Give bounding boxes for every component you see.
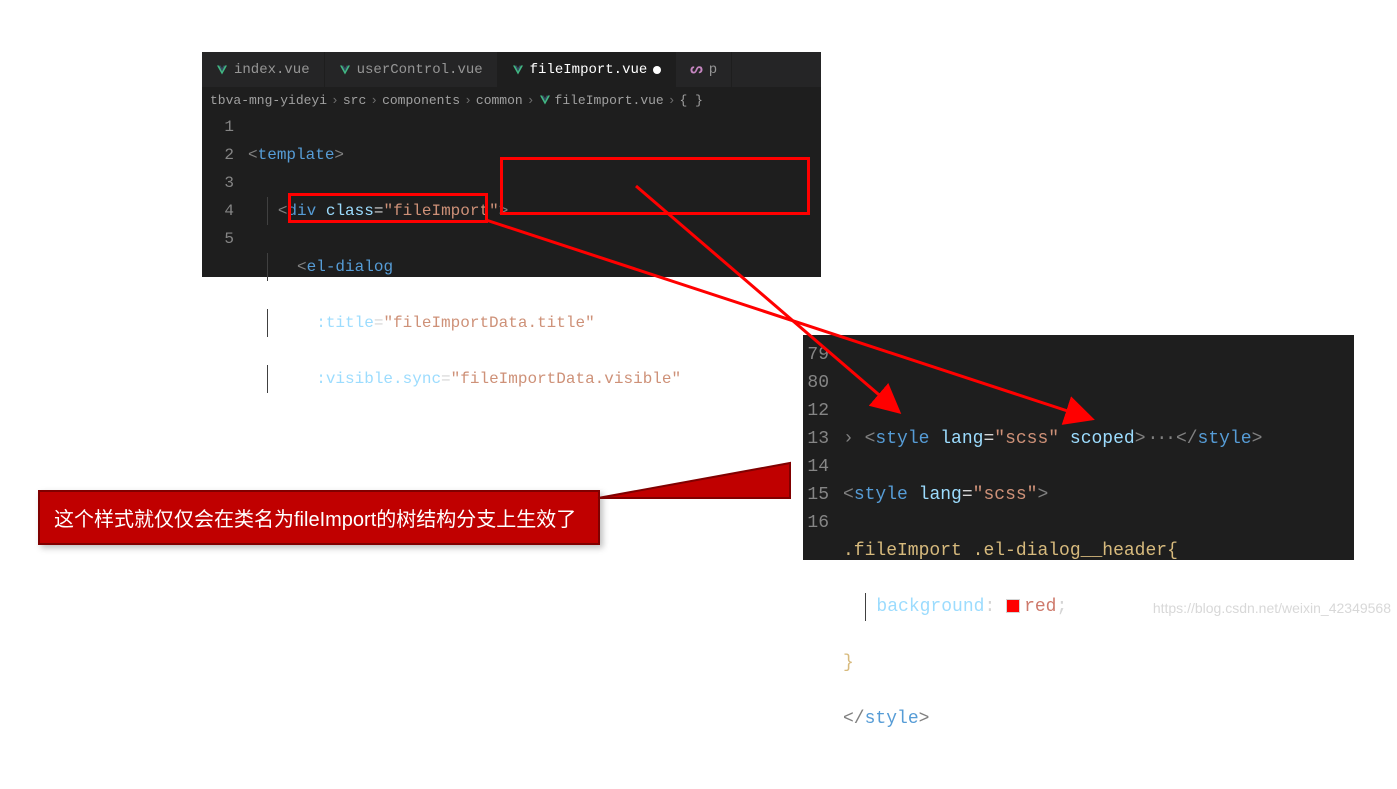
watermark: https://blog.csdn.net/weixin_42349568 (1153, 600, 1391, 616)
fold-icon[interactable]: ··· (1146, 429, 1176, 449)
crumb-seg[interactable]: { } (680, 93, 703, 108)
code-line: </style> (843, 705, 1346, 733)
tab-index-vue[interactable]: index.vue (202, 52, 325, 87)
vue-icon (339, 64, 351, 76)
tab-label: userControl.vue (357, 62, 483, 78)
code-line: .fileImport .el-dialog__header{ (843, 537, 1346, 565)
code-lines[interactable]: <template> <div class="fileImport"> <el-… (248, 113, 821, 449)
tab-truncated[interactable]: ᔕ p (676, 52, 732, 87)
vue-icon (512, 64, 524, 76)
color-swatch-icon (1006, 599, 1020, 613)
crumb-seg[interactable]: common (476, 93, 523, 108)
vue-icon (539, 94, 551, 106)
crumb-seg[interactable]: components (382, 93, 460, 108)
breadcrumb[interactable]: tbva-mng-yideyi› src› components› common… (202, 87, 821, 113)
code-line: <el-dialog (248, 253, 813, 281)
code-line: :visible.sync="fileImportData.visible" (248, 365, 813, 393)
code-line: :title="fileImportData.title" (248, 309, 813, 337)
code-area-bottom[interactable]: 79 80 12 13 14 15 16 › <style lang="scss… (803, 335, 1354, 789)
code-line: <template> (248, 141, 813, 169)
crumb-seg[interactable]: tbva-mng-yideyi (210, 93, 327, 108)
code-line (843, 369, 1346, 397)
code-line: <style lang="scss"> (843, 481, 1346, 509)
crumb-seg[interactable]: fileImport.vue (555, 93, 664, 108)
gutter: 79 80 12 13 14 15 16 (803, 341, 843, 789)
editor-bottom: 79 80 12 13 14 15 16 › <style lang="scss… (803, 335, 1354, 560)
tab-label: p (709, 62, 717, 78)
tab-fileimport-vue[interactable]: fileImport.vue (498, 52, 677, 87)
code-line: › <style lang="scss" scoped>···</style> (843, 425, 1346, 453)
tab-bar: index.vue userControl.vue fileImport.vue… (202, 52, 821, 87)
crumb-seg[interactable]: src (343, 93, 366, 108)
branch-icon: ᔕ (690, 61, 702, 78)
tab-label: fileImport.vue (530, 62, 648, 78)
code-lines[interactable]: › <style lang="scss" scoped>···</style> … (843, 341, 1354, 789)
annotation-text: 这个样式就仅仅会在类名为fileImport的树结构分支上生效了 (54, 503, 576, 532)
tab-label: index.vue (234, 62, 310, 78)
code-line: } (843, 649, 1346, 677)
vue-icon (216, 64, 228, 76)
tab-usercontrol-vue[interactable]: userControl.vue (325, 52, 498, 87)
dirty-indicator-icon (653, 66, 661, 74)
gutter: 1 2 3 4 5 (202, 113, 248, 449)
code-line: <div class="fileImport"> (248, 197, 813, 225)
editor-top: index.vue userControl.vue fileImport.vue… (202, 52, 821, 277)
code-area-top[interactable]: 1 2 3 4 5 <template> <div class="fileImp… (202, 113, 821, 449)
annotation-callout: 这个样式就仅仅会在类名为fileImport的树结构分支上生效了 (38, 490, 600, 545)
